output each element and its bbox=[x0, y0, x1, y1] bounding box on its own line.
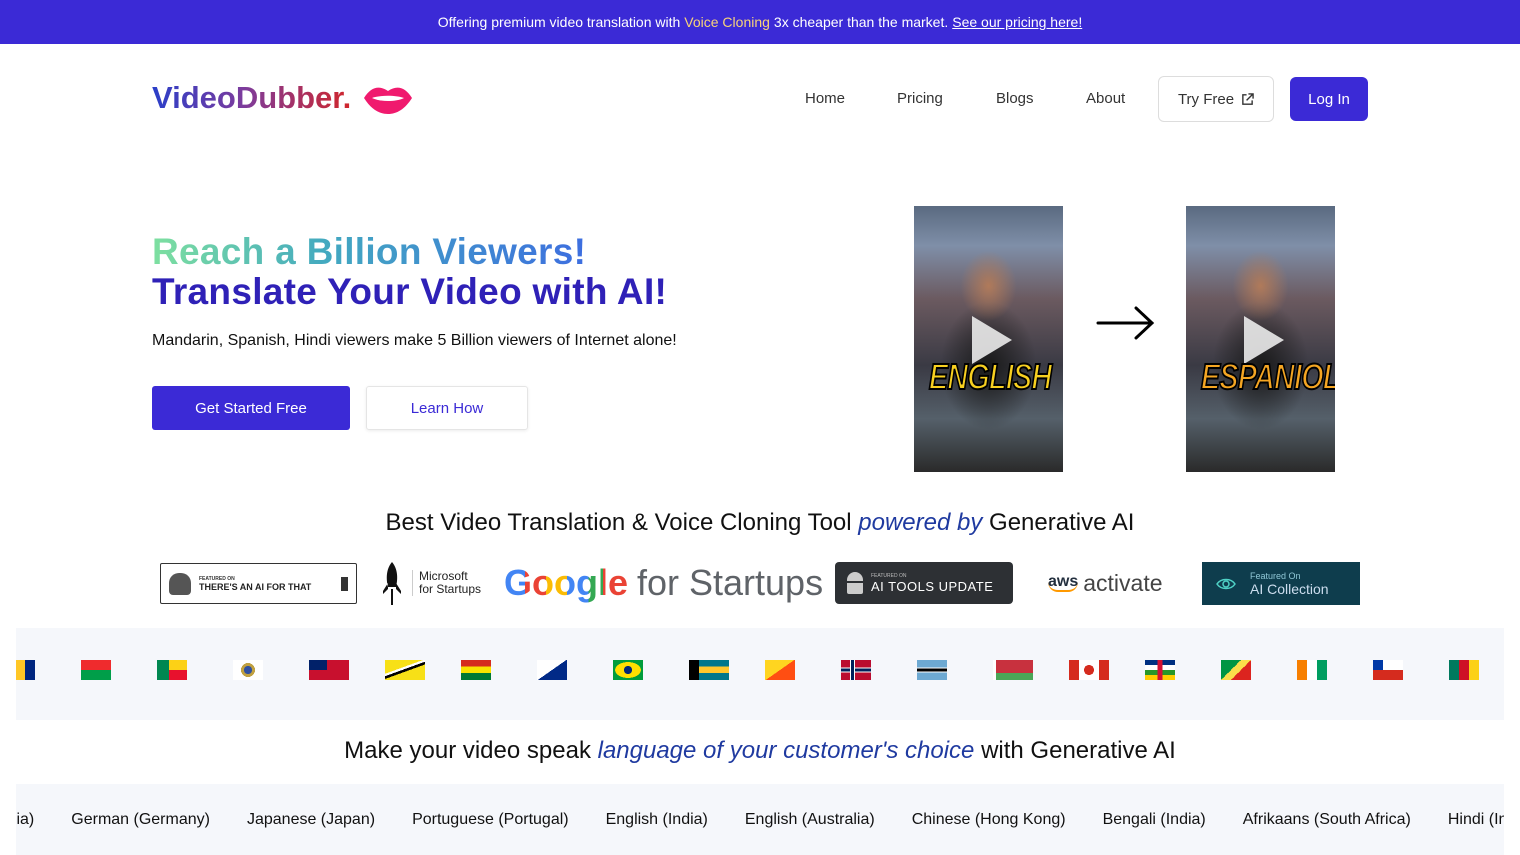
language-item: English (India) bbox=[605, 810, 708, 828]
promo-banner: Offering premium video translation with … bbox=[0, 0, 1520, 44]
video-translated[interactable]: ESPANIOL bbox=[1186, 206, 1335, 472]
try-free-button[interactable]: Try Free bbox=[1158, 76, 1274, 122]
banner-text: Offering premium video translation with bbox=[437, 14, 681, 30]
flag-burkina-faso-icon bbox=[81, 660, 111, 680]
flag-norway-icon bbox=[841, 660, 871, 680]
languages-heading: Make your video speak language of your c… bbox=[0, 737, 1520, 765]
external-link-icon bbox=[1242, 92, 1254, 105]
google-suffix: for Startups bbox=[637, 562, 824, 603]
lips-icon bbox=[364, 87, 412, 114]
flag-brazil-icon bbox=[613, 660, 643, 680]
video-caption: ESPANIOL bbox=[1200, 355, 1335, 398]
languages-carousel: Hindi (India) German (Germany) Japanese (J… bbox=[16, 784, 1504, 855]
flag-bermuda-icon bbox=[309, 660, 349, 680]
hero-headline-1: Reach a Billion Viewers! bbox=[152, 231, 587, 272]
flag-saint-barthelemy-icon bbox=[233, 660, 263, 680]
language-item: Japanese (Japan) bbox=[246, 810, 376, 828]
flag-canada-icon bbox=[1069, 660, 1109, 680]
language-item: German (Germany) bbox=[71, 810, 210, 828]
partners-heading: Best Video Translation & Voice Cloning T… bbox=[0, 509, 1520, 537]
taaft-badge[interactable]: FEATURED ON THERE'S AN AI FOR THAT bbox=[160, 563, 357, 604]
video-caption: ENGLISH bbox=[928, 355, 1053, 398]
aws-wordmark: aws bbox=[1048, 573, 1079, 592]
arm-icon bbox=[169, 572, 191, 595]
badge-small: Featured On bbox=[1250, 570, 1301, 581]
logo[interactable]: VideoDubber. bbox=[152, 80, 351, 116]
google-startups-logo[interactable]: Google for Startups bbox=[504, 560, 823, 606]
flag-bahamas-icon bbox=[689, 660, 729, 680]
flag-bhutan-icon bbox=[765, 660, 795, 680]
bookmark-icon bbox=[341, 576, 348, 591]
flag-brunei-icon bbox=[385, 660, 425, 680]
heading-text: with Generative AI bbox=[981, 737, 1176, 764]
nav-about[interactable]: About bbox=[1086, 90, 1125, 107]
flag-ivory-coast-icon bbox=[1297, 660, 1327, 680]
learn-how-button[interactable]: Learn How bbox=[366, 386, 528, 430]
microsoft-startups-logo[interactable]: Microsoft for Startups bbox=[380, 560, 481, 606]
eye-icon bbox=[1216, 578, 1236, 589]
aws-suffix: activate bbox=[1083, 569, 1163, 596]
video-original[interactable]: ENGLISH bbox=[914, 206, 1063, 472]
google-wordmark: Google bbox=[504, 562, 628, 603]
ai-collection-badge[interactable]: Featured On AI Collection bbox=[1202, 562, 1360, 605]
heading-text: Best Video Translation & Voice Cloning T… bbox=[385, 509, 852, 536]
language-item: Portuguese (Portugal) bbox=[412, 810, 569, 828]
flag-barbados-icon bbox=[16, 660, 35, 680]
flag-central-african-republic-icon bbox=[1145, 660, 1175, 680]
badge-big: AI Collection bbox=[1250, 580, 1329, 597]
hero-headline-2: Translate Your Video with AI! bbox=[152, 271, 668, 312]
heading-text: Generative AI bbox=[989, 509, 1135, 536]
partner-logos: FEATURED ON THERE'S AN AI FOR THAT Micro… bbox=[0, 560, 1520, 606]
banner-highlight: Voice Cloning bbox=[684, 14, 770, 30]
language-item: Hindi (India) bbox=[16, 810, 35, 828]
flags-carousel bbox=[16, 628, 1504, 720]
language-item: Hindi (India) bbox=[1447, 810, 1504, 828]
language-item: Bengali (India) bbox=[1102, 810, 1206, 828]
flag-chile-icon bbox=[1373, 660, 1403, 680]
arrow-right-icon bbox=[1096, 306, 1155, 340]
nav-pricing[interactable]: Pricing bbox=[897, 90, 943, 107]
nav-blogs[interactable]: Blogs bbox=[996, 90, 1034, 107]
heading-italic: language of your customer's choice bbox=[597, 737, 975, 764]
flag-belarus-icon bbox=[993, 660, 1033, 680]
login-button[interactable]: Log In bbox=[1290, 77, 1368, 121]
language-item: Chinese (Hong Kong) bbox=[911, 810, 1066, 828]
nav-home[interactable]: Home bbox=[805, 90, 845, 107]
flag-congo-icon bbox=[1221, 660, 1251, 680]
pricing-link[interactable]: See our pricing here! bbox=[952, 14, 1082, 30]
heading-italic: powered by bbox=[858, 509, 983, 536]
try-free-label: Try Free bbox=[1177, 90, 1235, 108]
flag-bolivia-icon bbox=[461, 660, 491, 680]
ai-tools-update-badge[interactable]: FEATURED ON AI TOOLS UPDATE bbox=[835, 562, 1013, 604]
badge-big: AI TOOLS UPDATE bbox=[871, 578, 994, 594]
language-item: Afrikaans (South Africa) bbox=[1242, 810, 1411, 828]
heading-text: Make your video speak bbox=[344, 737, 591, 764]
language-item: English (Australia) bbox=[744, 810, 875, 828]
aws-activate-logo[interactable]: aws activate bbox=[1048, 560, 1163, 606]
flag-botswana-icon bbox=[917, 660, 947, 680]
robot-icon bbox=[847, 572, 863, 594]
get-started-button[interactable]: Get Started Free bbox=[152, 386, 350, 430]
hero-subtitle: Mandarin, Spanish, Hindi viewers make 5 … bbox=[152, 332, 677, 349]
ms-line2: for Startups bbox=[419, 582, 482, 596]
flag-benin-icon bbox=[157, 660, 187, 680]
flag-cameroon-icon bbox=[1449, 660, 1479, 680]
banner-text-after: 3x cheaper than the market. bbox=[773, 14, 949, 30]
flag-bonaire-icon bbox=[537, 660, 567, 680]
badge-big: THERE'S AN AI FOR THAT bbox=[199, 581, 312, 592]
rocket-icon bbox=[383, 562, 401, 605]
